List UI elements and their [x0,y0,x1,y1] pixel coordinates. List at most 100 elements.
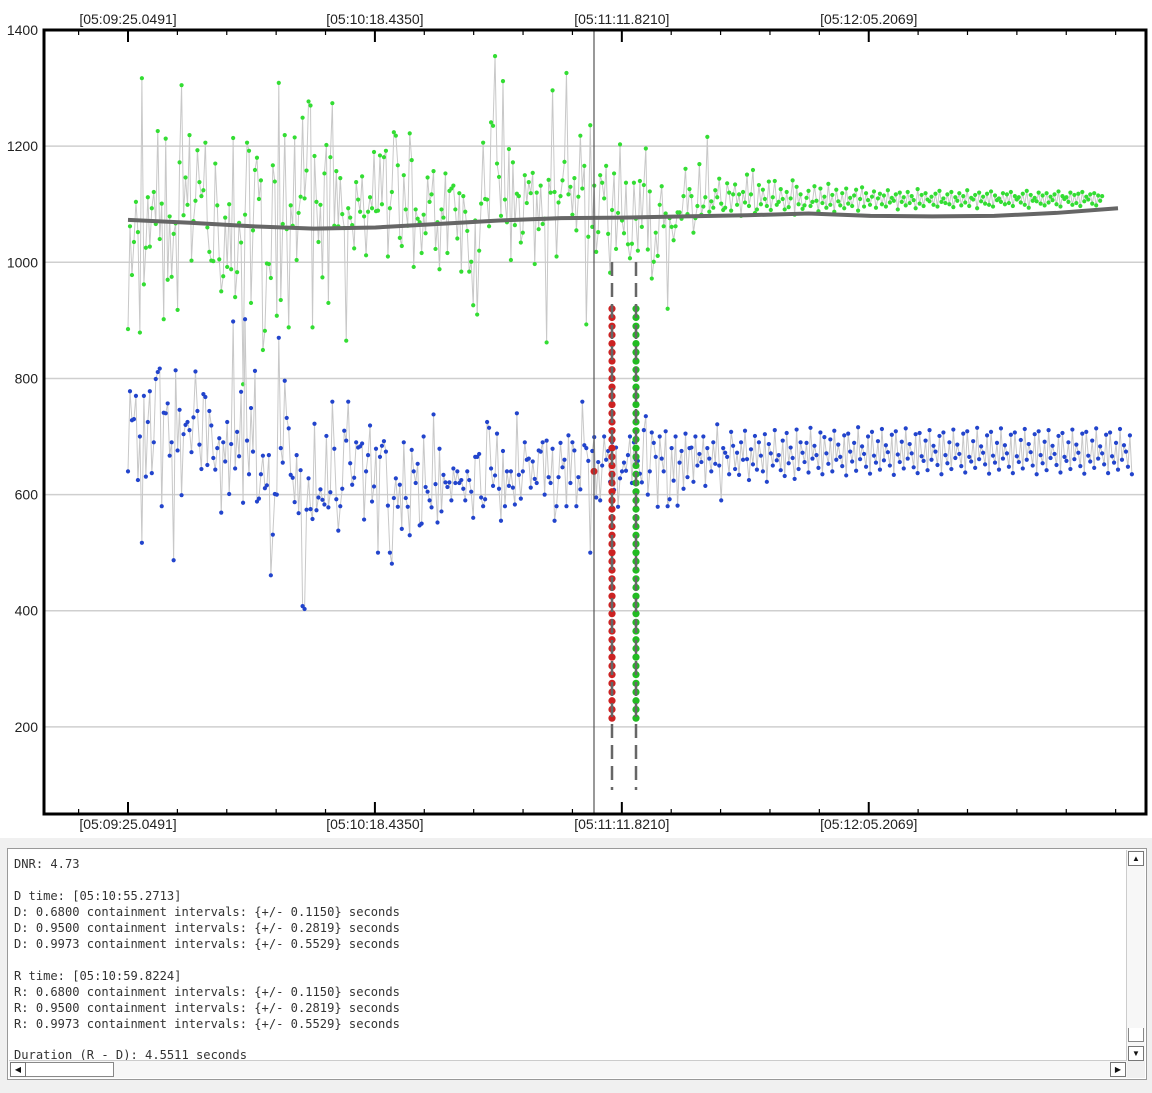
data-point [881,193,887,198]
data-point [1006,464,1011,469]
data-point [703,483,708,488]
data-point [838,203,843,208]
data-point [360,174,365,179]
data-point [1012,430,1017,435]
data-point [584,446,589,451]
data-point [137,330,143,335]
data-point [1036,190,1041,195]
horizontal-scroll-thumb[interactable] [26,1062,114,1077]
data-point [203,140,208,145]
arrow-up-icon[interactable]: ▲ [1128,851,1144,866]
data-point [242,317,248,322]
data-point [580,399,585,404]
data-point [306,476,311,481]
data-point [151,189,156,195]
data-point [268,275,273,281]
data-point [530,459,535,464]
data-point [377,454,383,459]
data-point [361,214,367,219]
data-point [157,366,162,371]
data-point [1090,438,1095,443]
data-point [558,440,563,446]
data-point [859,444,865,449]
data-point [290,475,295,480]
data-point [957,451,962,457]
data-point [867,471,873,476]
data-point [911,465,916,470]
data-point [465,469,470,474]
data-point [780,438,785,443]
data-point [808,203,813,209]
data-point [131,239,137,245]
data-point [619,469,625,474]
data-point [792,476,797,482]
data-point [697,162,702,167]
data-point [322,502,327,507]
data-point [899,199,904,204]
data-point [229,267,234,272]
data-point [1082,471,1087,476]
data-point [802,459,807,465]
data-point [207,249,212,254]
data-point [917,430,922,436]
data-point [250,449,256,454]
data-point [778,187,783,192]
data-point [820,472,825,477]
data-point [836,442,841,447]
data-point [252,167,258,173]
data-point [367,195,373,200]
data-point [629,241,635,246]
data-point [667,497,672,502]
arrow-down-icon[interactable]: ▼ [1128,1046,1144,1061]
data-point [227,491,232,497]
arrow-right-icon[interactable]: ▶ [1110,1062,1126,1077]
data-point [1100,193,1105,199]
data-point [490,123,496,128]
data-point [169,274,174,279]
data-point [1068,190,1073,195]
data-point [1092,191,1097,196]
data-point [1105,471,1111,476]
data-point [395,163,400,168]
data-point [1088,459,1093,464]
data-point [469,489,474,494]
data-point [522,173,527,178]
data-point [316,495,321,500]
data-point [211,455,216,461]
data-point [308,507,313,512]
data-point [746,477,752,483]
report-text-panel[interactable]: DNR: 4.73 D time: [05:10:55.2713] D: 0.6… [7,848,1147,1080]
vertical-scroll-thumb[interactable] [1128,1028,1144,1042]
data-point [1028,192,1033,198]
data-point [137,434,143,439]
data-point [933,191,938,196]
data-point [157,236,162,242]
data-point [794,184,799,189]
data-point [1020,466,1025,471]
data-point [772,178,777,184]
data-point [653,454,658,459]
vertical-scrollbar[interactable]: ▲ ▼ [1126,850,1145,1062]
data-point [586,458,591,464]
data-point [909,451,914,456]
data-point [258,472,264,477]
data-point [895,452,900,457]
d-time-line: D time: [05:10:55.2713] [14,888,182,903]
data-point [770,463,775,468]
data-point [276,80,281,85]
x-tick-label-top: [05:10:18.4350] [326,11,423,27]
data-point [673,434,678,439]
data-point [246,148,252,153]
arrow-left-icon[interactable]: ◀ [10,1062,26,1077]
data-point [1123,449,1129,454]
data-point [778,468,783,473]
data-point [1042,203,1047,208]
data-point [361,517,367,522]
data-point [1062,454,1067,459]
data-point [147,389,152,394]
horizontal-scrollbar[interactable]: ◀ ▶ [9,1060,1127,1078]
data-point [913,206,918,211]
data-point [719,498,724,503]
data-point [399,243,404,249]
data-point [145,195,150,200]
